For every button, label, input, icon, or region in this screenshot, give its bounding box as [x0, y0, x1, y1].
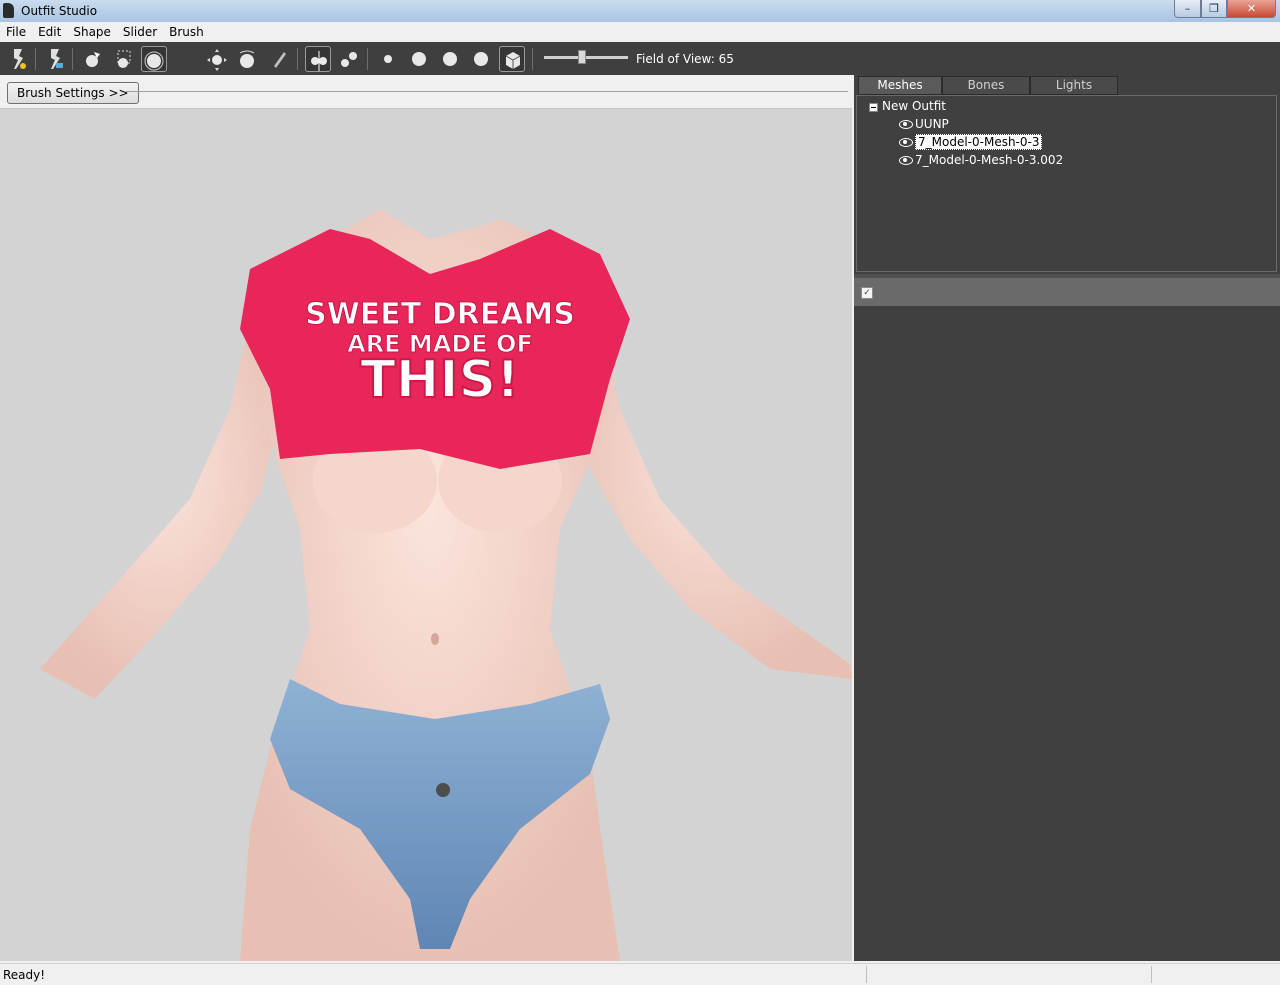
mesh-tree[interactable]: New Outfit UUNP 7_Model-0-Mesh-0-3 7_Mod…	[856, 95, 1277, 272]
tab-bones[interactable]: Bones	[942, 76, 1030, 95]
deflate-brush-icon[interactable]	[173, 46, 199, 72]
left-sphere-icon	[412, 52, 426, 66]
status-divider	[866, 966, 867, 983]
toolbar-separator	[35, 48, 36, 70]
window-title: Outfit Studio	[21, 4, 98, 18]
tab-meshes[interactable]: Meshes	[858, 76, 942, 95]
field-of-view-slider[interactable]	[544, 56, 628, 59]
brush-settings-divider	[126, 91, 848, 92]
menu-brush[interactable]: Brush	[163, 22, 210, 39]
tree-item-label: 7_Model-0-Mesh-0-3	[915, 134, 1043, 150]
move-brush-icon[interactable]	[204, 46, 230, 72]
tree-item-uunp[interactable]: UUNP	[899, 117, 949, 131]
mask-select-icon[interactable]	[111, 46, 137, 72]
menu-shape[interactable]: Shape	[67, 22, 117, 39]
tree-item-mesh-0-3-002[interactable]: 7_Model-0-Mesh-0-3.002	[899, 153, 1063, 167]
brush-settings-button[interactable]: Brush Settings >>	[7, 82, 139, 104]
visibility-eye-icon[interactable]	[899, 156, 913, 165]
toolbar-separator	[297, 48, 298, 70]
field-of-view-slider-thumb[interactable]	[577, 50, 586, 64]
toolbar-separator	[532, 48, 533, 70]
select-tool-icon[interactable]	[80, 46, 106, 72]
app-icon	[3, 3, 14, 18]
visibility-eye-icon[interactable]	[899, 138, 913, 147]
perspective-toggle-icon[interactable]	[499, 46, 525, 72]
left-arm	[40, 319, 280, 699]
tree-item-label: 7_Model-0-Mesh-0-3.002	[915, 153, 1064, 167]
3d-viewport[interactable]: SWEET DREAMS ARE MADE OF THIS!	[0, 109, 852, 961]
brush-settings-bar: Brush Settings >>	[0, 75, 852, 109]
menu-slider[interactable]: Slider	[117, 22, 163, 39]
minimize-button[interactable]: –	[1174, 0, 1201, 18]
toolbar-separator	[72, 48, 73, 70]
smooth-brush-icon[interactable]	[234, 46, 260, 72]
tree-collapse-icon[interactable]	[869, 103, 878, 112]
new-project-icon[interactable]	[5, 46, 31, 72]
visibility-eye-icon[interactable]	[899, 120, 913, 129]
sliders-checkbox[interactable]: ✓	[861, 287, 873, 299]
tab-lights[interactable]: Lights	[1030, 76, 1118, 95]
view-back-icon[interactable]	[468, 46, 494, 72]
menu-edit[interactable]: Edit	[32, 22, 67, 39]
field-of-view-label: Field of View: 65	[636, 52, 734, 66]
menu-file[interactable]: File	[0, 22, 32, 39]
status-text: Ready!	[3, 968, 46, 982]
xmirror-toggle-icon[interactable]	[305, 46, 331, 72]
shirt-text-line1: SWEET DREAMS	[305, 297, 575, 332]
load-reference-icon[interactable]	[42, 46, 68, 72]
model-render: SWEET DREAMS ARE MADE OF THIS!	[40, 209, 852, 961]
view-left-icon[interactable]	[406, 46, 432, 72]
close-button[interactable]: ✕	[1227, 0, 1276, 18]
tree-root-new-outfit[interactable]: New Outfit	[882, 99, 946, 113]
tree-item-mesh-0-3[interactable]: 7_Model-0-Mesh-0-3	[899, 134, 1043, 150]
weight-brush-icon[interactable]	[266, 46, 292, 72]
status-bar: Ready!	[0, 963, 1280, 985]
status-divider	[1151, 966, 1152, 983]
right-panel: Meshes Bones Lights New Outfit UUNP 7_Mo…	[854, 75, 1280, 961]
maximize-button[interactable]: ❐	[1201, 0, 1227, 18]
right-arm	[575, 319, 852, 679]
toolbar-separator	[367, 48, 368, 70]
view-front-icon[interactable]	[375, 46, 401, 72]
slider-list-header: ✓	[854, 278, 1280, 306]
menu-bar: File Edit Shape Slider Brush	[0, 22, 1280, 42]
right-sphere-icon	[443, 52, 457, 66]
back-sphere-icon	[474, 52, 488, 66]
front-sphere-icon	[384, 55, 392, 63]
tree-item-label: UUNP	[915, 117, 949, 131]
view-right-icon[interactable]	[437, 46, 463, 72]
title-bar: Outfit Studio – ❐ ✕	[0, 0, 1280, 22]
connected-only-icon[interactable]	[336, 46, 362, 72]
shirt-text-line3: THIS!	[360, 350, 520, 410]
inflate-brush-icon[interactable]	[141, 46, 167, 72]
